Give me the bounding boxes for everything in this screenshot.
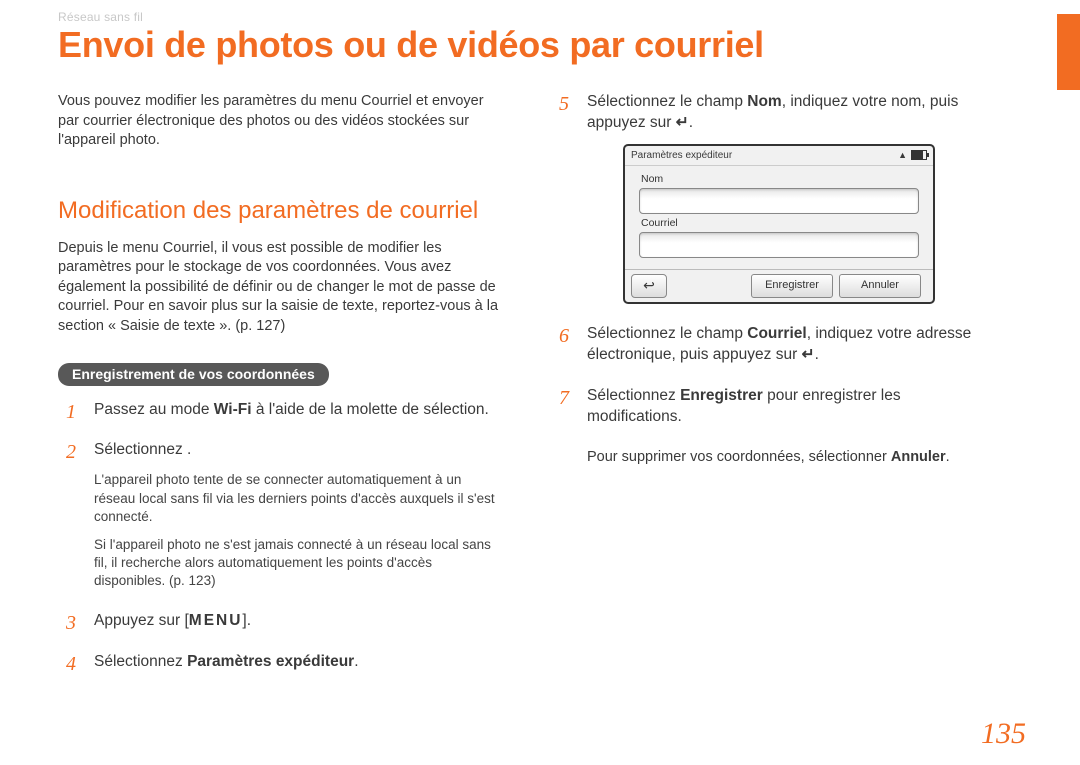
step-1-text-a: Passez au mode: [94, 401, 214, 418]
cancel-button[interactable]: Annuler: [839, 274, 921, 298]
section-body: Depuis le menu Courriel, il vous est pos…: [58, 239, 506, 337]
side-tab: [1057, 14, 1080, 90]
device-header-title: Paramètres expéditeur: [631, 149, 732, 163]
step-3-text-a: Appuyez sur [: [94, 612, 189, 629]
wifi-label: Wi-Fi: [214, 401, 252, 418]
device-email-input[interactable]: [639, 232, 919, 258]
step-6: Sélectionnez le champ Courriel, indiquez…: [551, 324, 999, 366]
step-2-note-b: Si l'appareil photo ne s'est jamais conn…: [94, 536, 506, 591]
step-5: Sélectionnez le champ Nom, indiquez votr…: [551, 92, 999, 304]
step-3-text-b: ].: [242, 612, 251, 629]
deletion-bold: Annuler: [891, 449, 946, 465]
step-2-note-a: L'appareil photo tente de se connecter a…: [94, 471, 506, 526]
back-icon: ↩: [643, 276, 655, 295]
step-1: Passez au mode Wi-Fi à l'aide de la mole…: [58, 400, 506, 421]
step-4-text-a: Sélectionnez: [94, 653, 187, 670]
menu-label: MENU: [189, 612, 243, 629]
deletion-a: Pour supprimer vos coordonnées, sélectio…: [587, 449, 891, 465]
device-name-label: Nom: [641, 172, 919, 186]
device-name-input[interactable]: [639, 188, 919, 214]
step-4-text-c: .: [354, 653, 358, 670]
wifi-icon: [898, 149, 907, 163]
step-6-a: Sélectionnez le champ: [587, 325, 747, 342]
step-5-d: .: [689, 114, 693, 131]
deletion-c: .: [946, 449, 950, 465]
battery-icon: [911, 150, 927, 160]
step-6-bold: Courriel: [747, 325, 806, 342]
subsection-pill: Enregistrement de vos coordonnées: [58, 363, 329, 386]
step-3: Appuyez sur [MENU].: [58, 611, 506, 632]
device-email-label: Courriel: [641, 216, 919, 230]
enter-icon: ↵: [676, 113, 689, 134]
step-7: Sélectionnez Enregistrer pour enregistre…: [551, 386, 999, 428]
step-2-text: Sélectionnez .: [94, 441, 191, 458]
device-screenshot: Paramètres expéditeur Nom Courriel: [623, 144, 935, 304]
save-button[interactable]: Enregistrer: [751, 274, 833, 298]
step-5-a: Sélectionnez le champ: [587, 93, 747, 110]
page-number: 135: [981, 717, 1026, 751]
step-7-bold: Enregistrer: [680, 387, 763, 404]
step-7-a: Sélectionnez: [587, 387, 680, 404]
intro-text: Vous pouvez modifier les paramètres du m…: [58, 92, 506, 151]
step-4: Sélectionnez Paramètres expéditeur.: [58, 652, 506, 673]
deletion-note: Pour supprimer vos coordonnées, sélectio…: [551, 448, 999, 468]
back-button[interactable]: ↩: [631, 274, 667, 298]
breadcrumb: Réseau sans fil: [58, 10, 1020, 24]
step-6-d: .: [815, 346, 819, 363]
page-title: Envoi de photos ou de vidéos par courrie…: [58, 24, 1020, 66]
section-heading: Modification des paramètres de courriel: [58, 197, 506, 225]
step-1-text-b: à l'aide de la molette de sélection.: [252, 401, 489, 418]
step-4-bold: Paramètres expéditeur: [187, 653, 354, 670]
step-5-bold: Nom: [747, 93, 781, 110]
enter-icon-2: ↵: [802, 345, 815, 366]
step-2: Sélectionnez . L'appareil photo tente de…: [58, 440, 506, 590]
